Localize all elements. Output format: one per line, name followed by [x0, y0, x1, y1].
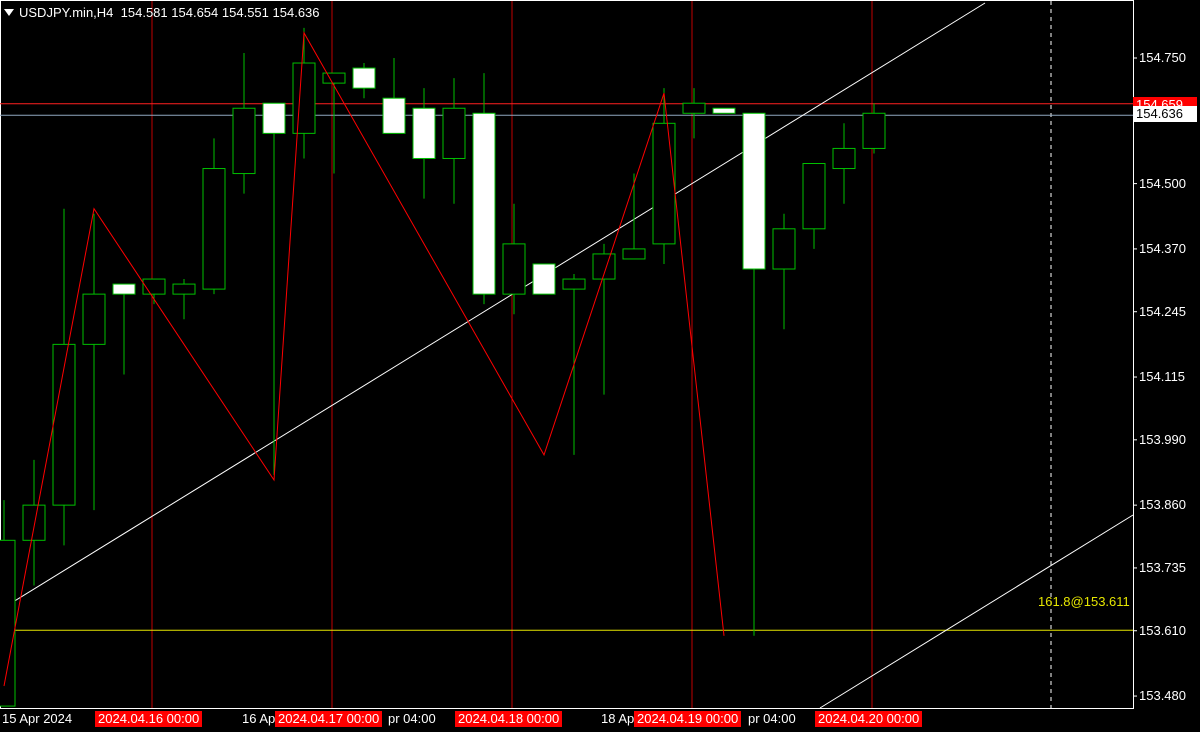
candle-bear	[412, 107, 436, 159]
price-axis-label: 153.610	[1139, 622, 1186, 638]
price-axis-label: 154.500	[1139, 175, 1186, 191]
candle-bear	[712, 107, 736, 114]
candle-bull	[652, 122, 676, 245]
candle-bull	[832, 147, 856, 170]
time-label: 16 Ap	[242, 711, 276, 726]
candle-bull	[682, 102, 706, 114]
candle-bull	[22, 504, 46, 541]
candle-bull	[172, 283, 196, 295]
candle-bear	[472, 112, 496, 295]
price-axis-label: 153.990	[1139, 431, 1186, 447]
ohlc-close: 154.636	[272, 5, 320, 21]
candle-bear	[742, 112, 766, 270]
vline-date-tag[interactable]: 2024.04.19 00:00	[634, 711, 742, 727]
symbol-label: USDJPY.min,H4	[19, 5, 114, 21]
time-label: pr 04:00	[748, 711, 796, 726]
candle-bull	[82, 293, 106, 345]
candle-bull	[142, 278, 166, 295]
ohlc-low: 154.551	[221, 5, 269, 21]
vline-date-tag[interactable]: 2024.04.20 00:00	[815, 711, 923, 727]
time-label: 18 Ap	[601, 711, 635, 726]
price-axis-label: 154.750	[1139, 50, 1186, 65]
plot-frame	[0, 0, 1134, 709]
zigzag-indicator	[3, 31, 725, 687]
chart-header: USDJPY.min,H4 154.581 154.654 154.551 15…	[4, 4, 320, 20]
dropdown-triangle-icon[interactable]	[4, 9, 14, 17]
price-axis-label: 154.245	[1139, 303, 1186, 319]
fib-extension-label: 161.8@153.611	[1038, 594, 1130, 609]
candle-bull	[502, 243, 526, 295]
chart-area[interactable]	[0, 0, 1200, 732]
candle-bull	[292, 62, 316, 134]
candle-bull	[772, 228, 796, 270]
trend-line-lower[interactable]	[819, 514, 1134, 709]
candle-bull	[202, 168, 226, 290]
candle-bull	[802, 163, 826, 230]
candle-bear	[262, 102, 286, 134]
price-axis-label: 153.735	[1139, 559, 1186, 575]
time-label: 15 Apr 2024	[2, 711, 73, 726]
candle-bull	[442, 107, 466, 159]
price-axis-label: 154.115	[1139, 369, 1186, 385]
vline-date-tag[interactable]: 2024.04.16 00:00	[95, 711, 203, 727]
candle-bull	[862, 112, 886, 149]
ohlc-high: 154.654	[171, 5, 219, 21]
candle-bull	[562, 278, 586, 290]
price-axis-label: 153.480	[1139, 688, 1186, 704]
ohlc-open: 154.581	[120, 5, 168, 21]
price-axis-label: 154.370	[1139, 240, 1186, 256]
candle-bear	[112, 283, 136, 295]
price-axis-label: 153.860	[1139, 497, 1186, 513]
candle-bear	[532, 263, 556, 295]
candle-bull	[0, 539, 16, 707]
price-chart[interactable]	[0, 0, 1200, 732]
candle-bull	[232, 107, 256, 175]
candle-bear	[382, 97, 406, 134]
candle-bull	[622, 248, 646, 260]
bid-price-tag: 154.636	[1133, 106, 1197, 122]
candle-bear	[352, 67, 376, 89]
candle-bull	[322, 72, 346, 84]
vline-date-tag[interactable]: 2024.04.17 00:00	[275, 711, 383, 727]
vline-date-tag[interactable]: 2024.04.18 00:00	[455, 711, 563, 727]
time-label: pr 04:00	[388, 711, 436, 726]
trend-line-upper[interactable]	[0, 2, 986, 611]
